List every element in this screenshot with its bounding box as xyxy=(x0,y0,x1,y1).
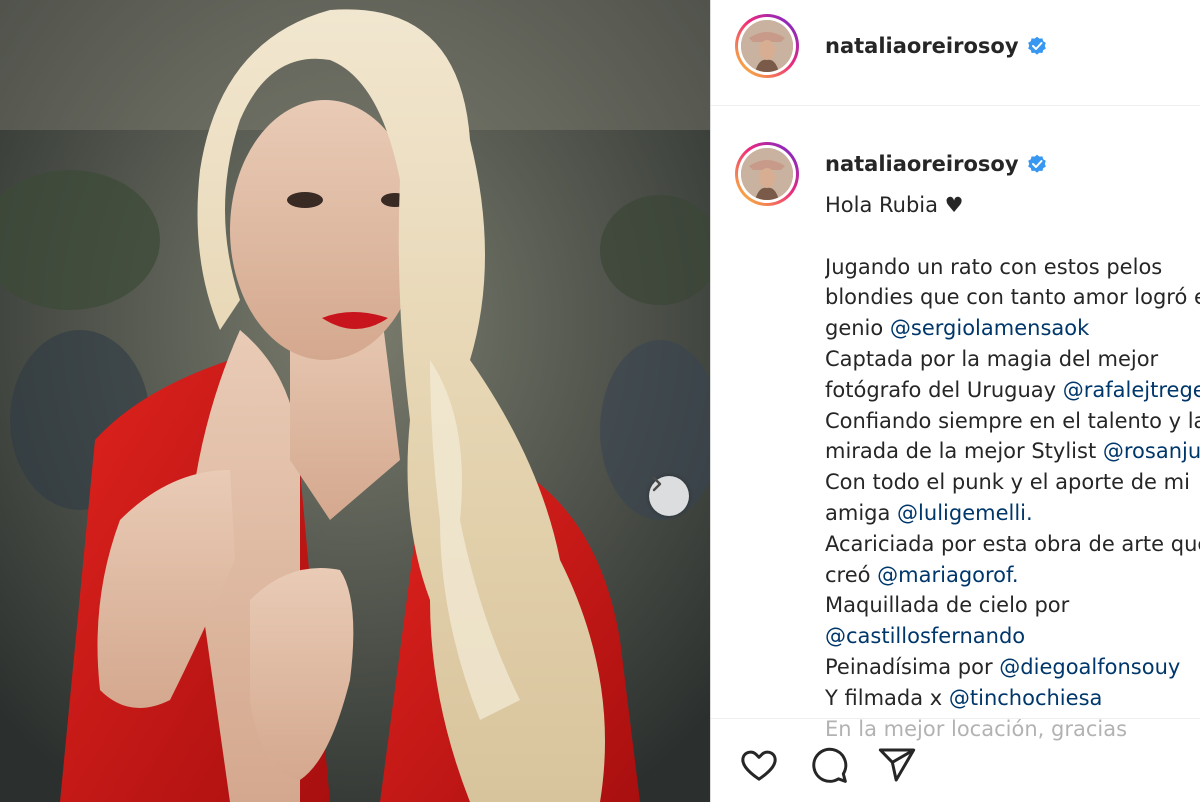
mention-link[interactable]: @sergiolamensaok xyxy=(890,316,1089,340)
like-button[interactable] xyxy=(737,743,781,787)
post-image xyxy=(0,0,710,802)
caption-text: Con todo el punk y el aporte de mi xyxy=(825,470,1190,495)
caption-line: amiga @luligemelli. xyxy=(825,498,1200,529)
mention-link[interactable]: @tinchochiesa xyxy=(949,686,1103,710)
caption-text: fotógrafo del Uruguay xyxy=(825,377,1063,402)
share-icon xyxy=(878,748,916,782)
caption-line: Y filmada x @tinchochiesa xyxy=(825,683,1200,714)
mention-link[interactable]: @mariagorof. xyxy=(877,563,1018,587)
avatar[interactable] xyxy=(735,14,799,78)
mention-link[interactable]: @rosanjuan xyxy=(1103,439,1200,463)
post-caption: Hola Rubia ♥ Jugando un rato con estos p… xyxy=(825,190,1200,744)
caption-line: Jugando un rato con estos pelos xyxy=(825,252,1200,283)
caption-line: Acariciada por esta obra de arte que xyxy=(825,529,1200,560)
caption-text: amiga xyxy=(825,500,898,525)
verified-badge-icon xyxy=(1027,36,1046,55)
caption-text: creó xyxy=(825,562,878,587)
caption-text: Peinadísima por xyxy=(825,654,1000,679)
caption-text: Jugando un rato con estos pelos xyxy=(825,254,1163,279)
action-bar xyxy=(711,718,1200,802)
post-sidebar: nataliaoreirosoy nataliaoreirosoy Hola R… xyxy=(710,0,1200,802)
verified-badge-icon xyxy=(1027,154,1046,173)
caption-line: Maquillada de cielo por xyxy=(825,590,1200,621)
caption-body: Jugando un rato con estos pelos blondies … xyxy=(825,252,1200,745)
caption-username-text[interactable]: nataliaoreirosoy xyxy=(825,152,1019,176)
caption-line: blondies que con tanto amor logró e xyxy=(825,282,1200,313)
caption-text: Maquillada de cielo por xyxy=(825,593,1070,618)
caption-line: Peinadísima por @diegoalfonsouy xyxy=(825,652,1200,683)
caption-line: Con todo el punk y el aporte de mi xyxy=(825,467,1200,498)
caption-avatar[interactable] xyxy=(735,142,799,206)
caption-line: fotógrafo del Uruguay @rafalejtregers xyxy=(825,375,1200,406)
caption-text: mirada de la mejor Stylist xyxy=(825,439,1103,464)
mention-link[interactable]: @castillosfernando xyxy=(825,624,1025,648)
post-header: nataliaoreirosoy xyxy=(711,0,1200,106)
caption-line: Captada por la magia del mejor xyxy=(825,344,1200,375)
mention-link[interactable]: @diegoalfonsouy xyxy=(999,655,1180,679)
share-button[interactable] xyxy=(875,743,919,787)
caption-line: creó @mariagorof. xyxy=(825,560,1200,591)
username-link[interactable]: nataliaoreirosoy xyxy=(825,34,1047,58)
caption-line: mirada de la mejor Stylist @rosanjuan xyxy=(825,436,1200,467)
comment-icon xyxy=(812,747,848,783)
comment-button[interactable] xyxy=(807,743,851,787)
caption-first-line: Hola Rubia ♥ xyxy=(825,193,964,217)
mention-link[interactable]: @luligemelli. xyxy=(897,501,1033,525)
caption-line: @castillosfernando xyxy=(825,621,1200,652)
caption-text: Y filmada x xyxy=(825,685,949,710)
mention-link[interactable]: @rafalejtregers xyxy=(1063,378,1200,402)
caption-text: genio xyxy=(825,316,890,341)
caption-text: blondies que con tanto amor logró e xyxy=(825,285,1200,310)
post-photo[interactable] xyxy=(0,0,710,802)
caption-line: Confiando siempre en el talento y la xyxy=(825,406,1200,437)
heart-icon xyxy=(741,750,777,781)
caption-text: Acariciada por esta obra de arte que xyxy=(825,531,1200,556)
chevron-right-icon xyxy=(652,476,662,492)
caption-text: Captada por la magia del mejor xyxy=(825,346,1159,371)
caption-line: genio @sergiolamensaok xyxy=(825,313,1200,344)
caption-text: Confiando siempre en el talento y la xyxy=(825,408,1200,433)
caption-username-link[interactable]: nataliaoreirosoy xyxy=(825,152,1047,176)
carousel-next-button[interactable] xyxy=(649,476,689,516)
username-text[interactable]: nataliaoreirosoy xyxy=(825,34,1019,58)
